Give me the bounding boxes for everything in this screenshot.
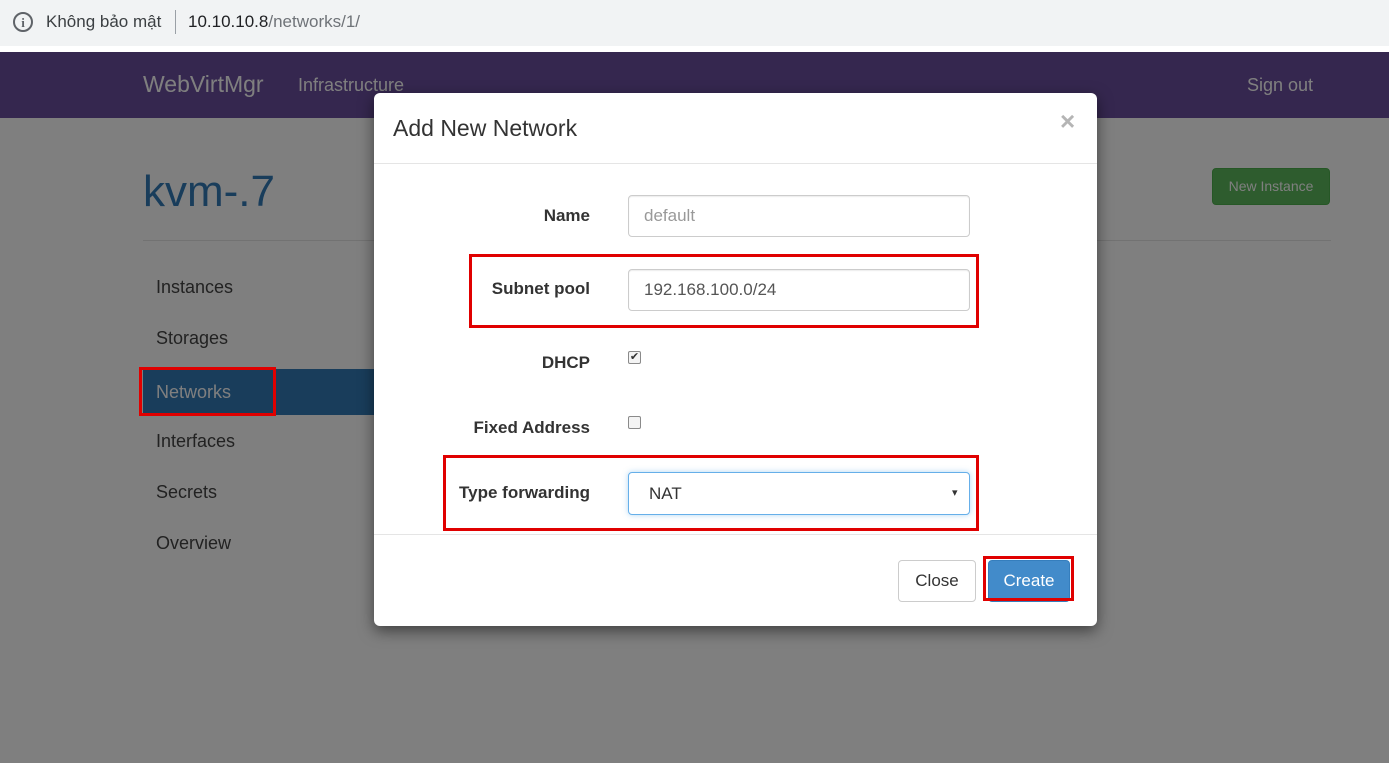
url-host: 10.10.10.8 [188, 12, 269, 31]
name-label: Name [543, 206, 590, 225]
subnet-pool-input[interactable] [628, 269, 970, 311]
url-field[interactable]: 10.10.10.8/networks/1/ [188, 12, 360, 32]
close-button[interactable]: Close [898, 560, 976, 602]
name-input[interactable] [628, 195, 970, 237]
modal-title: Add New Network [393, 115, 578, 141]
browser-address-bar: i Không bảo mật 10.10.10.8/networks/1/ [0, 0, 1389, 46]
address-separator [175, 10, 176, 34]
modal-header: Add New Network × [374, 93, 1097, 164]
subnet-pool-label: Subnet pool [491, 279, 590, 298]
fixed-address-checkbox[interactable] [628, 416, 641, 429]
dhcp-label: DHCP [541, 353, 590, 372]
add-network-modal: Add New Network × Name Subnet pool DHCP … [374, 93, 1097, 626]
modal-footer: Close Create [374, 534, 1097, 626]
close-icon[interactable]: × [1060, 107, 1075, 135]
create-button[interactable]: Create [988, 560, 1070, 602]
type-forwarding-select[interactable]: NAT ▾ [628, 472, 970, 515]
info-icon[interactable]: i [13, 12, 33, 32]
url-path: /networks/1/ [268, 12, 361, 31]
dhcp-checkbox[interactable]: ✔ [628, 351, 641, 364]
type-forwarding-label: Type forwarding [459, 483, 590, 502]
chevron-down-icon: ▾ [952, 487, 958, 499]
security-label[interactable]: Không bảo mật [46, 12, 161, 32]
type-forwarding-value: NAT [649, 484, 682, 503]
fixed-address-label: Fixed Address [473, 418, 590, 437]
